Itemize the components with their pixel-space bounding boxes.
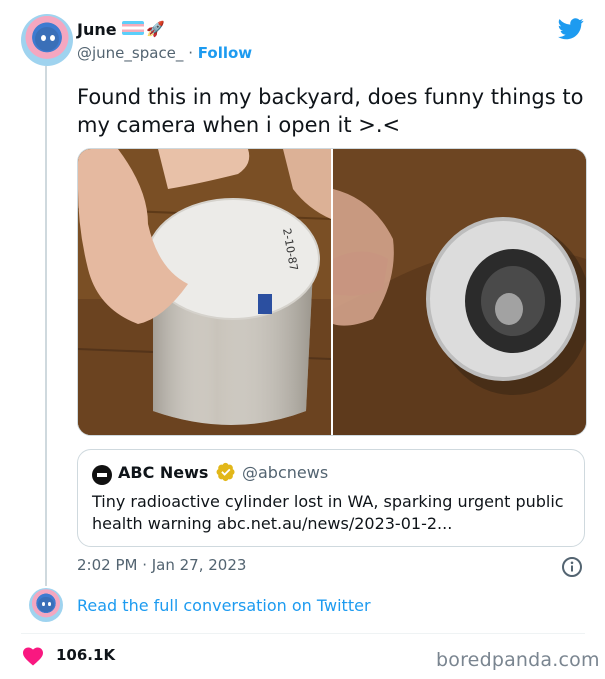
author-badges: 🚀 — [122, 20, 165, 38]
quoted-tweet[interactable]: ABC News @abcnews Tiny radioactive cylin… — [77, 449, 585, 547]
author-handle-line: @june_space_ · Follow — [77, 44, 252, 62]
author-name[interactable]: June — [77, 20, 117, 39]
rocket-icon: 🚀 — [146, 20, 165, 38]
transgender-flag-icon — [122, 21, 144, 35]
footer-divider — [21, 633, 585, 634]
abc-news-logo-icon — [92, 465, 112, 485]
glowing-cylinder-opening-photo[interactable] — [333, 149, 586, 435]
twitter-bird-icon[interactable] — [558, 18, 584, 40]
separator: · — [188, 44, 193, 62]
read-full-conversation-link[interactable]: Read the full conversation on Twitter — [77, 596, 371, 615]
author-handle[interactable]: @june_space_ — [77, 44, 183, 62]
hand-holding-white-cylinder-photo[interactable]: 2-10-87 — [78, 149, 331, 435]
boredpanda-watermark: boredpanda.com — [436, 649, 600, 671]
tweet-media[interactable]: 2-10-87 — [77, 148, 587, 436]
quoted-tweet-text: Tiny radioactive cylinder lost in WA, sp… — [92, 492, 564, 533]
verified-badge-icon — [216, 462, 235, 482]
thread-line — [45, 66, 47, 586]
quoted-author-name: ABC News — [118, 463, 209, 482]
heart-icon[interactable] — [22, 646, 44, 666]
tweet-text: Found this in my backyard, does funny th… — [77, 85, 584, 137]
info-icon[interactable] — [561, 556, 583, 578]
author-avatar[interactable] — [21, 14, 73, 66]
like-count[interactable]: 106.1K — [56, 646, 115, 664]
author-avatar-small[interactable] — [29, 588, 63, 622]
follow-button[interactable]: Follow — [198, 44, 252, 62]
tweet-timestamp[interactable]: 2:02 PM · Jan 27, 2023 — [77, 556, 246, 574]
quoted-author-handle: @abcnews — [242, 463, 329, 482]
